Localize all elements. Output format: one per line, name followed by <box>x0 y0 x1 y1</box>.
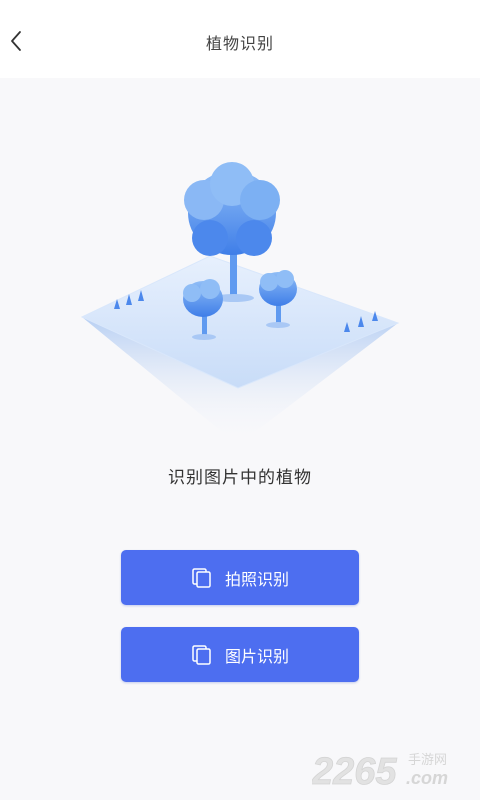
page-title: 植物识别 <box>205 34 274 53</box>
image-identify-label: 图片识别 <box>224 646 289 666</box>
plant-island-illustration <box>80 162 400 445</box>
copy-icon <box>192 644 211 665</box>
watermark-tagline: 手游网 <box>408 753 447 768</box>
photo-identify-button[interactable]: 拍照识别 <box>121 550 359 605</box>
image-identify-button[interactable]: 图片识别 <box>121 627 359 682</box>
watermark-number: 2265 <box>312 751 397 792</box>
watermark-suffix: .com <box>406 768 448 788</box>
photo-identify-label: 拍照识别 <box>224 569 289 589</box>
page-subtitle: 识别图片中的植物 <box>168 468 312 488</box>
copy-icon <box>192 567 211 588</box>
nav-bar: 植物识别 <box>0 0 480 78</box>
site-watermark-logo: 2265 手游网 .com <box>312 751 448 792</box>
